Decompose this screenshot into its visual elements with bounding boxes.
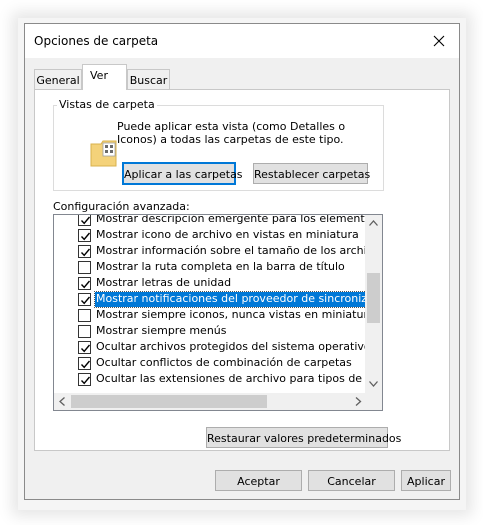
list-item-label: Ocultar las extensiones de archivo para … <box>96 372 366 385</box>
restore-defaults-button[interactable]: Restaurar valores predeterminados <box>206 427 401 448</box>
advanced-settings-list[interactable]: Mostrar descripción emergente para los e… <box>53 214 383 411</box>
checkbox[interactable] <box>78 277 91 290</box>
chevron-down-icon <box>369 381 378 387</box>
folder-options-dialog: Opciones de carpeta General Ver Buscar V… <box>24 23 460 500</box>
checkbox[interactable] <box>78 229 91 242</box>
horizontal-scrollbar[interactable] <box>54 393 366 410</box>
tab-ver[interactable]: Ver <box>82 64 127 90</box>
list-item-label: Mostrar siempre iconos, nunca vistas en … <box>96 308 366 321</box>
folder-views-label: Vistas de carpeta <box>57 98 157 111</box>
checkmark-icon <box>80 296 91 305</box>
checkmark-icon <box>80 248 91 257</box>
scroll-right-button[interactable] <box>349 393 366 410</box>
chevron-left-icon <box>59 397 65 406</box>
list-item-label: Ocultar conflictos de combinación de car… <box>96 356 352 369</box>
tab-general[interactable]: General <box>34 69 82 89</box>
list-item[interactable]: Ocultar las extensiones de archivo para … <box>54 371 366 387</box>
list-item[interactable]: Mostrar siempre menús <box>54 323 366 339</box>
scroll-left-button[interactable] <box>54 393 71 410</box>
list-item-label: Mostrar descripción emergente para los e… <box>96 215 366 225</box>
checkmark-icon <box>80 216 91 225</box>
apply-to-folders-button[interactable]: Aplicar a las carpetas <box>122 162 243 185</box>
checkbox[interactable] <box>78 341 91 354</box>
list-item[interactable]: Mostrar siempre iconos, nunca vistas en … <box>54 307 366 323</box>
close-icon <box>433 35 445 47</box>
list-item[interactable]: Mostrar descripción emergente para los e… <box>54 215 366 227</box>
close-button[interactable] <box>419 24 459 58</box>
list-item[interactable]: Mostrar icono de archivo en vistas en mi… <box>54 227 366 243</box>
checkmark-icon <box>80 344 91 353</box>
checkbox[interactable] <box>78 325 91 338</box>
vertical-scroll-thumb[interactable] <box>367 273 380 323</box>
tab-panel-ver: Vistas de carpeta Puede aplicar esta vis… <box>34 89 450 451</box>
list-item[interactable]: Ocultar conflictos de combinación de car… <box>54 355 366 371</box>
list-item[interactable]: Mostrar letras de unidad <box>54 275 366 291</box>
list-item-label: Mostrar siempre menús <box>96 324 227 337</box>
list-item[interactable]: Mostrar la ruta completa en la barra de … <box>54 259 366 275</box>
title-bar: Opciones de carpeta <box>25 24 459 58</box>
reset-folders-button[interactable]: Restablecer carpetas <box>253 163 370 184</box>
advanced-settings-label: Configuración avanzada: <box>53 200 190 213</box>
folder-view-icon <box>90 138 118 168</box>
checkmark-icon <box>80 280 91 289</box>
dialog-title: Opciones de carpeta <box>34 34 159 48</box>
list-item[interactable]: Mostrar información sobre el tamaño de l… <box>54 243 366 259</box>
list-item-label: Mostrar letras de unidad <box>96 276 232 289</box>
checkbox[interactable] <box>78 215 91 226</box>
list-item-label: Ocultar archivos protegidos del sistema … <box>96 340 366 353</box>
list-item[interactable]: Ocultar archivos protegidos del sistema … <box>54 339 366 355</box>
scroll-up-button[interactable] <box>365 215 382 232</box>
list-item-label: Mostrar información sobre el tamaño de l… <box>96 244 366 257</box>
list-item-selected[interactable]: Mostrar notificaciones del proveedor de … <box>54 291 366 308</box>
horizontal-scroll-thumb[interactable] <box>71 395 267 408</box>
ok-button[interactable]: Aceptar <box>215 470 302 491</box>
scrollbar-corner <box>365 393 382 410</box>
list-item-label: Mostrar notificaciones del proveedor de … <box>94 291 366 308</box>
checkmark-icon <box>80 376 91 385</box>
checkbox[interactable] <box>78 245 91 258</box>
checkmark-icon <box>80 360 91 369</box>
list-item-label: Mostrar la ruta completa en la barra de … <box>96 260 345 273</box>
checkbox[interactable] <box>78 357 91 370</box>
checkbox[interactable] <box>78 293 91 306</box>
checkbox[interactable] <box>78 261 91 274</box>
cancel-button[interactable]: Cancelar <box>308 470 395 491</box>
advanced-settings-rows: Mostrar descripción emergente para los e… <box>54 215 366 393</box>
checkbox[interactable] <box>78 309 91 322</box>
list-item-label: Mostrar icono de archivo en vistas en mi… <box>96 228 359 241</box>
scroll-down-button[interactable] <box>365 376 382 393</box>
chevron-right-icon <box>355 397 362 406</box>
checkmark-icon <box>80 232 91 241</box>
folder-views-description: Puede aplicar esta vista (como Detalles … <box>117 120 346 146</box>
chevron-up-icon <box>369 220 378 226</box>
apply-button[interactable]: Aplicar <box>401 470 451 491</box>
vertical-scrollbar[interactable] <box>365 215 382 393</box>
tab-buscar[interactable]: Buscar <box>127 69 170 89</box>
checkbox[interactable] <box>78 373 91 386</box>
